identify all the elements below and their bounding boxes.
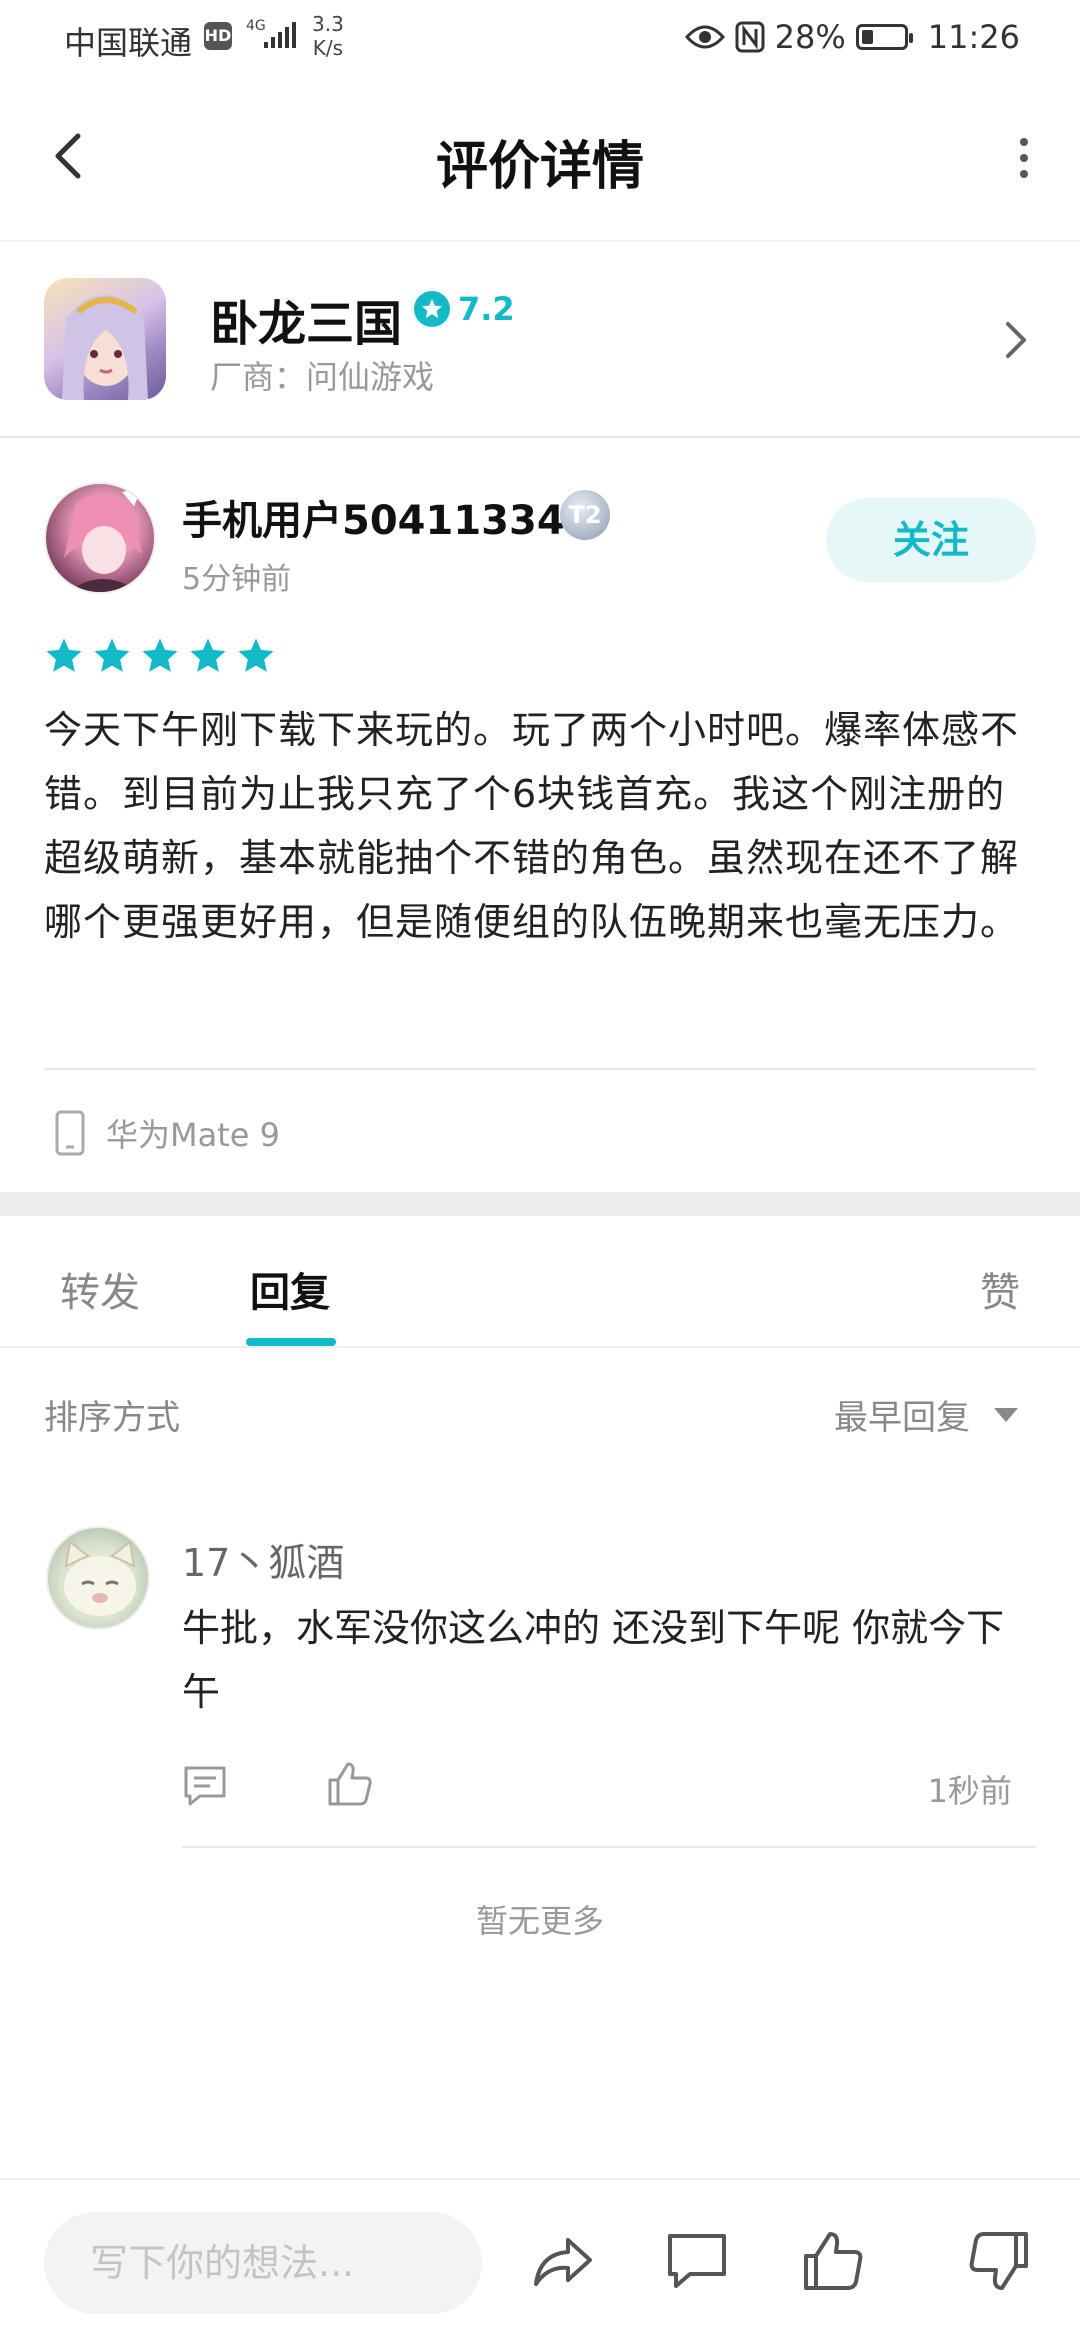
chevron-right-icon[interactable] (996, 314, 1036, 366)
carrier-name: 中国联通 (64, 24, 193, 62)
game-artwork-icon (62, 295, 148, 400)
status-right: 28% 11:26 (684, 18, 1020, 56)
game-app-icon (44, 278, 166, 400)
device-info: 华为Mate 9 (54, 1110, 280, 1156)
reviewer-avatar-art-icon (64, 488, 142, 592)
like-icon[interactable] (800, 2228, 866, 2294)
clock: 11:26 (927, 18, 1020, 56)
rating-star-icon (414, 291, 450, 327)
speed-unit: K/s (312, 36, 344, 60)
speed-value: 3.3 (312, 12, 344, 36)
divider (182, 1846, 1036, 1848)
sort-dropdown[interactable]: 最早回复 (834, 1390, 1020, 1439)
more-options-icon[interactable] (1012, 130, 1036, 186)
review-card: 手机用户50411334 T2 5分钟前 关注 今天下午刚下载下来玩的。玩了两个… (0, 436, 1080, 1192)
sort-selected: 最早回复 (834, 1398, 970, 1438)
reviewer-avatar[interactable] (44, 482, 156, 594)
review-content: 今天下午刚下载下来玩的。玩了两个小时吧。爆率体感不错。到目前为止我只充了个6块钱… (44, 708, 1020, 944)
hd-badge: HD (204, 22, 232, 50)
top-nav-bar: 评价详情 (0, 80, 1080, 242)
battery-fill (861, 30, 873, 44)
reply-like-icon[interactable] (326, 1760, 374, 1808)
sort-bar: 排序方式 最早回复 (0, 1348, 1080, 1468)
star-icon (46, 638, 82, 672)
tab-reply[interactable]: 回复 (250, 1260, 330, 1318)
follow-button[interactable]: 关注 (826, 498, 1036, 582)
status-bar: 中国联通 HD 4G 3.3 K/s 28% 11:26 (0, 0, 1080, 80)
page-title: 评价详情 (435, 137, 644, 197)
replier-avatar[interactable] (46, 1526, 150, 1630)
game-card[interactable]: 卧龙三国 7.2 厂商：问仙游戏 (0, 242, 1080, 438)
section-separator (0, 1192, 1080, 1216)
game-name: 卧龙三国 (210, 296, 403, 352)
star-icon (142, 638, 178, 672)
review-stars (44, 636, 276, 676)
reply-item: 17丶狐酒 牛批，水军没你这么冲的 还没到下午呢 你就今下午 1秒前 (0, 1490, 1080, 1850)
reply-actions: 1秒前 (182, 1760, 1012, 1814)
divider (44, 1068, 1036, 1070)
reviewer-username[interactable]: 手机用户50411334 (182, 488, 565, 546)
star-icon (94, 638, 130, 672)
sort-label: 排序方式 (44, 1398, 180, 1438)
user-level-badge: T2 (560, 490, 610, 540)
comment-input[interactable] (44, 2212, 482, 2314)
comment-icon[interactable] (664, 2228, 730, 2294)
active-tab-indicator (246, 1338, 336, 1346)
replier-avatar-art-icon (64, 1540, 136, 1616)
battery-percent: 28% (774, 18, 846, 56)
share-icon[interactable] (530, 2228, 596, 2294)
dislike-icon[interactable] (966, 2228, 1032, 2294)
caret-down-icon (994, 1407, 1018, 1422)
nfc-icon (735, 21, 765, 53)
signal-icon (264, 22, 296, 48)
rating-value: 7.2 (458, 290, 515, 328)
eye-comfort-icon (684, 25, 725, 49)
network-speed: 3.3 K/s (312, 12, 344, 60)
star-icon (190, 638, 226, 672)
tab-forward[interactable]: 转发 (60, 1260, 140, 1318)
review-time: 5分钟前 (182, 562, 292, 597)
reply-text: 牛批，水军没你这么冲的 还没到下午呢 你就今下午 (182, 1606, 1005, 1714)
no-more-text: 暂无更多 (475, 1902, 604, 1940)
reply-comment-icon[interactable] (182, 1764, 228, 1808)
game-rating: 7.2 (414, 290, 515, 328)
replier-name[interactable]: 17丶狐酒 (182, 1532, 344, 1587)
tab-bar: 转发 回复 赞 (0, 1216, 1080, 1348)
reply-time: 1秒前 (927, 1772, 1012, 1810)
phone-icon (55, 1110, 85, 1156)
game-vendor: 厂商：问仙游戏 (210, 358, 435, 396)
bottom-action-bar (0, 2178, 1080, 2342)
battery-icon (855, 24, 913, 50)
device-name: 华为Mate 9 (106, 1116, 280, 1154)
star-icon (238, 638, 274, 672)
tab-like[interactable]: 赞 (980, 1260, 1020, 1318)
